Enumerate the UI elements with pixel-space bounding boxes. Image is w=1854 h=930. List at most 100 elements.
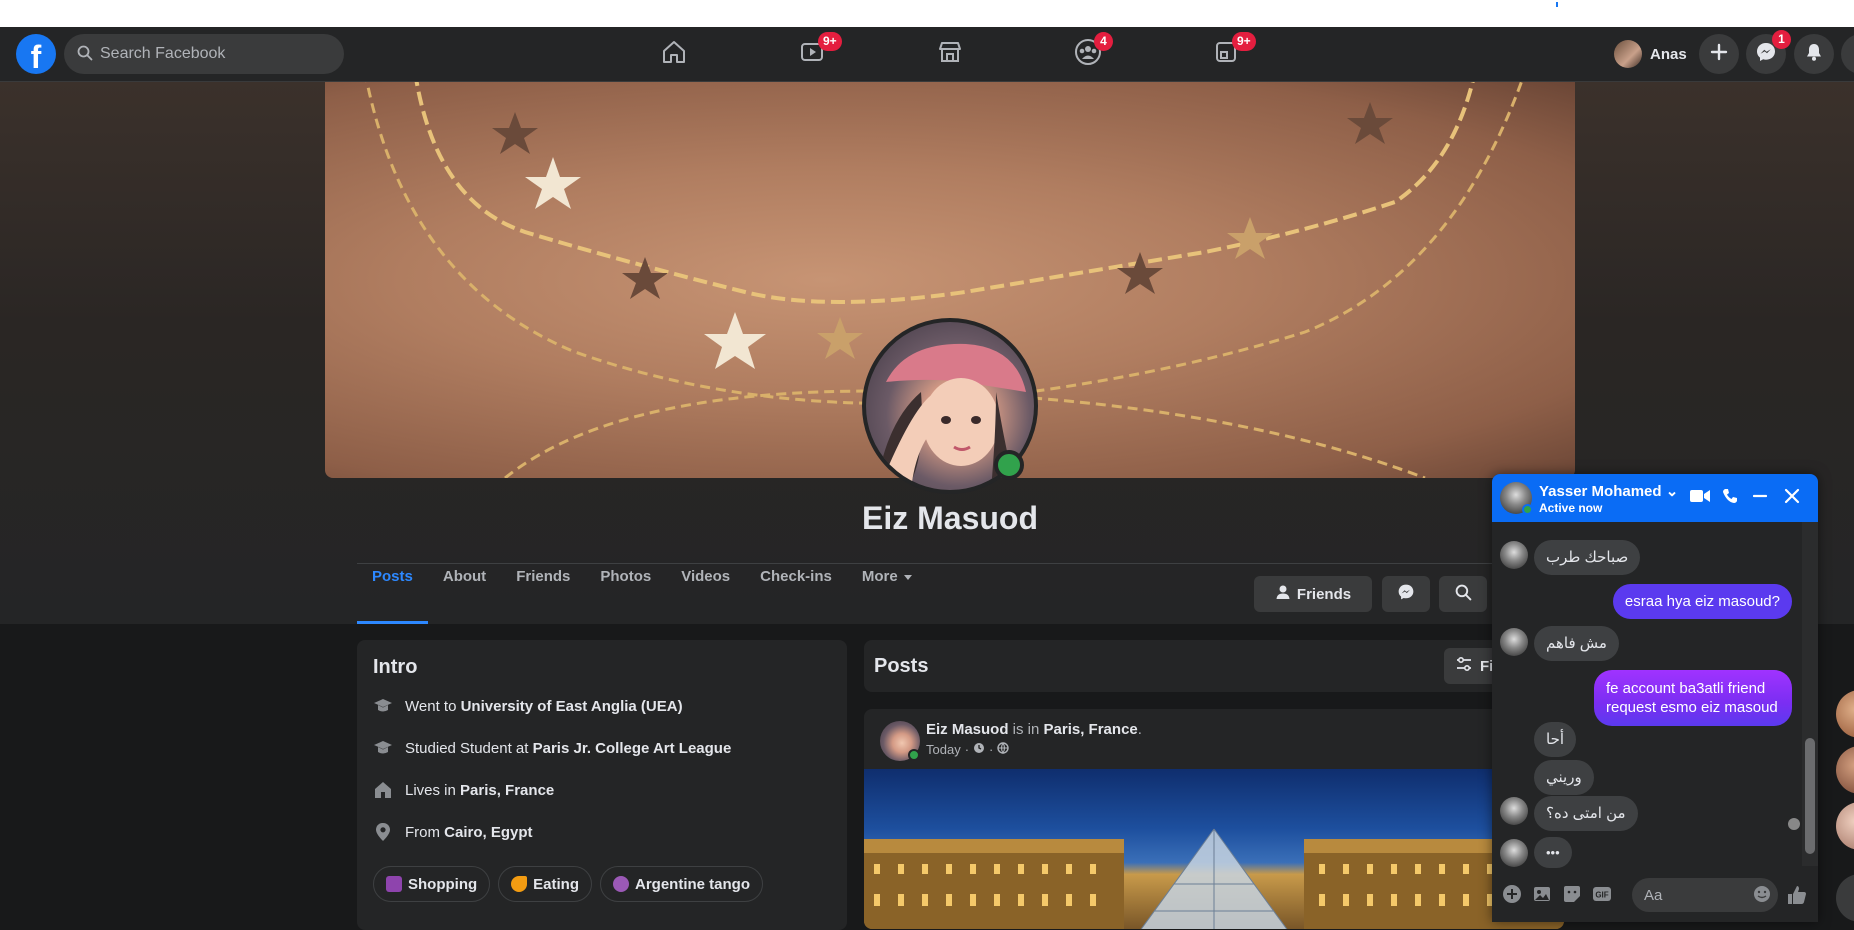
sliders-icon bbox=[1456, 656, 1472, 676]
video-call-button[interactable] bbox=[1688, 486, 1712, 510]
create-button[interactable] bbox=[1699, 34, 1739, 74]
location-pin-icon bbox=[373, 822, 393, 842]
user-avatar bbox=[1614, 40, 1642, 68]
emoji-icon[interactable] bbox=[1752, 884, 1772, 904]
chat-composer: GIF bbox=[1492, 866, 1818, 922]
chat-contact-status: Active now bbox=[1539, 501, 1603, 515]
tab-checkins[interactable]: Check-ins bbox=[745, 568, 847, 624]
tab-more[interactable]: More bbox=[847, 568, 927, 624]
post-place-link[interactable]: Paris, France bbox=[1044, 721, 1138, 738]
hobby-chip[interactable]: Shopping bbox=[373, 866, 491, 902]
message-line: fe account ba3atli friend bbox=[1606, 680, 1766, 697]
message-sender-avatar bbox=[1500, 839, 1528, 867]
intro-row-text: Studied Student at Paris Jr. College Art… bbox=[405, 739, 732, 757]
home-icon bbox=[661, 39, 687, 70]
intro-link[interactable]: Paris Jr. College Art League bbox=[533, 740, 732, 757]
post-author-name[interactable]: Eiz Masuod bbox=[926, 721, 1009, 738]
profile-shortcut[interactable]: Anas bbox=[1610, 35, 1695, 73]
message-bubble-outgoing[interactable]: fe account ba3atli friend request esmo e… bbox=[1594, 670, 1792, 726]
marketplace-icon bbox=[937, 39, 963, 70]
message-bubble-incoming[interactable]: صباحك طرب bbox=[1534, 540, 1641, 575]
message-bubble-incoming[interactable]: مش فاهم bbox=[1534, 626, 1619, 661]
chat-head-avatar[interactable] bbox=[1836, 690, 1854, 738]
search-box[interactable] bbox=[64, 34, 344, 74]
message-bubble-incoming[interactable]: أحا bbox=[1534, 722, 1577, 757]
messenger-button[interactable]: 1 bbox=[1746, 30, 1791, 74]
svg-text:GIF: GIF bbox=[1595, 891, 1608, 900]
message-sender-avatar bbox=[1500, 541, 1528, 569]
post-header-text: Eiz Masuod is in Paris, France. bbox=[926, 721, 1142, 738]
tab-more-label: More bbox=[861, 568, 898, 585]
chat-contact-name[interactable]: Yasser Mohamed ⌄ bbox=[1539, 482, 1678, 500]
message-bubble-incoming[interactable]: وريني bbox=[1534, 760, 1594, 795]
friend-check-icon bbox=[1275, 584, 1291, 604]
gaming-badge: 9+ bbox=[1232, 32, 1256, 51]
home-icon bbox=[373, 780, 393, 800]
chat-head-avatar[interactable] bbox=[1836, 746, 1854, 794]
online-status-indicator bbox=[994, 450, 1024, 480]
hobby-label: Eating bbox=[533, 875, 579, 893]
nav-groups[interactable]: 4 bbox=[1032, 32, 1144, 77]
intro-link[interactable]: University of East Anglia (UEA) bbox=[461, 698, 683, 715]
gif-icon[interactable]: GIF bbox=[1592, 884, 1612, 904]
friends-button[interactable]: Friends bbox=[1254, 576, 1372, 612]
header-divider bbox=[357, 563, 1542, 564]
tab-about[interactable]: About bbox=[428, 568, 501, 624]
shopping-bags-icon bbox=[386, 876, 402, 892]
tab-videos[interactable]: Videos bbox=[666, 568, 745, 624]
nav-gaming[interactable]: 9+ bbox=[1170, 32, 1282, 77]
message-button[interactable] bbox=[1382, 576, 1430, 612]
nav-marketplace[interactable] bbox=[894, 32, 1006, 77]
nav-home[interactable] bbox=[618, 32, 730, 77]
search-input[interactable] bbox=[100, 34, 330, 74]
top-navbar: f 9+ 4 9+ Anas 1 bbox=[0, 27, 1854, 82]
hobby-chip[interactable]: Eating bbox=[498, 866, 592, 902]
voice-call-button[interactable] bbox=[1718, 486, 1742, 510]
seen-receipt-avatar bbox=[1788, 818, 1800, 830]
tab-photos[interactable]: Photos bbox=[585, 568, 666, 624]
posts-title: Posts bbox=[874, 655, 929, 677]
message-line: request esmo eiz masoud bbox=[1606, 699, 1778, 716]
hobby-label: Argentine tango bbox=[635, 875, 750, 893]
chat-window: Yasser Mohamed ⌄ Active now صباحك طرب es… bbox=[1492, 474, 1818, 922]
plus-icon bbox=[1710, 43, 1728, 66]
tab-posts[interactable]: Posts bbox=[357, 568, 428, 624]
hobby-label: Shopping bbox=[408, 875, 478, 893]
chat-scrollbar[interactable] bbox=[1802, 522, 1818, 866]
phone-icon bbox=[1722, 488, 1738, 509]
chevron-down-icon: ⌄ bbox=[1665, 483, 1679, 500]
message-bubble-incoming[interactable]: من امتى ده؟ bbox=[1534, 796, 1638, 831]
plus-circle-icon[interactable] bbox=[1502, 884, 1522, 904]
user-name: Anas bbox=[1650, 45, 1687, 63]
close-chat-button[interactable] bbox=[1780, 486, 1804, 510]
notifications-button[interactable] bbox=[1794, 34, 1834, 74]
nav-watch[interactable]: 9+ bbox=[756, 32, 868, 77]
clock-icon bbox=[973, 742, 985, 757]
intro-education-college: Studied Student at Paris Jr. College Art… bbox=[373, 736, 731, 760]
photo-icon[interactable] bbox=[1532, 884, 1552, 904]
minimize-chat-button[interactable] bbox=[1748, 486, 1772, 510]
profile-search-button[interactable] bbox=[1439, 576, 1487, 612]
post-photo[interactable] bbox=[864, 769, 1564, 929]
graduation-cap-icon bbox=[373, 696, 393, 716]
facebook-logo-icon[interactable]: f bbox=[16, 34, 56, 74]
hobbies-list: Shopping Eating Argentine tango bbox=[373, 866, 763, 902]
message-sender-avatar bbox=[1500, 797, 1528, 825]
post-timestamp[interactable]: Today bbox=[926, 742, 961, 757]
like-thumb-icon[interactable] bbox=[1786, 884, 1806, 904]
hobby-chip[interactable]: Argentine tango bbox=[600, 866, 763, 902]
intro-link[interactable]: Cairo, Egypt bbox=[444, 824, 532, 841]
sticker-icon[interactable] bbox=[1562, 884, 1582, 904]
message-bubble-outgoing[interactable]: esraa hya eiz masoud? bbox=[1612, 584, 1792, 619]
chat-scrollbar-thumb[interactable] bbox=[1805, 738, 1815, 854]
post-card: Eiz Masuod is in Paris, France. Today · … bbox=[864, 709, 1564, 929]
intro-link[interactable]: Paris, France bbox=[460, 782, 554, 799]
new-message-button[interactable] bbox=[1836, 874, 1854, 922]
chat-header[interactable]: Yasser Mohamed ⌄ Active now bbox=[1492, 474, 1818, 522]
intro-row-text: Lives in Paris, France bbox=[405, 781, 555, 799]
tab-friends[interactable]: Friends bbox=[501, 568, 585, 624]
intro-from: From Cairo, Egypt bbox=[373, 820, 533, 844]
chat-head-avatar[interactable] bbox=[1836, 802, 1854, 850]
online-status-indicator bbox=[908, 749, 920, 761]
account-menu-button[interactable] bbox=[1841, 34, 1854, 74]
